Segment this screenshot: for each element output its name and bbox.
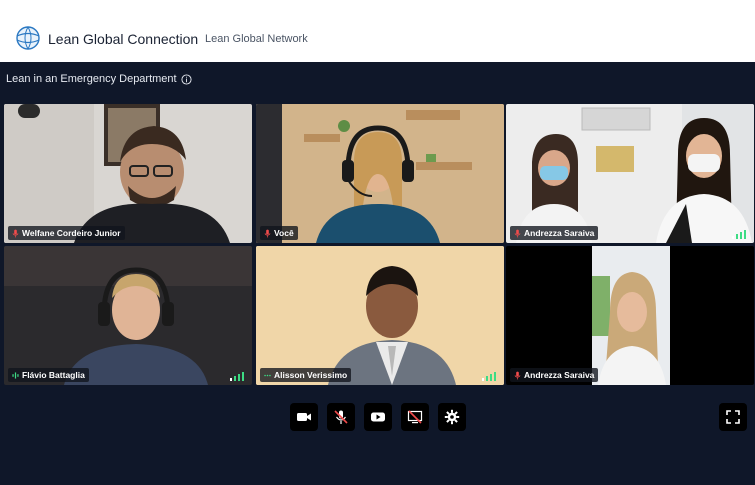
- camera-button[interactable]: [290, 403, 318, 431]
- mute-button[interactable]: [327, 403, 355, 431]
- participant-name-tag: Andrezza Saraiva: [510, 368, 599, 382]
- participant-name-tag: Você: [260, 226, 298, 240]
- microphone-active-icon: [264, 374, 271, 376]
- call-controls: [290, 403, 466, 431]
- participant-video: [256, 104, 504, 243]
- app-header: Lean Global Connection Lean Global Netwo…: [0, 0, 755, 62]
- participant-name: Andrezza Saraiva: [524, 370, 595, 380]
- participant-tile[interactable]: Welfane Cordeiro Junior: [4, 104, 252, 243]
- participant-video: [4, 104, 252, 243]
- signal-strength-icon: [482, 372, 496, 381]
- signal-strength-icon: [230, 372, 244, 381]
- screen-share-button[interactable]: [401, 403, 429, 431]
- network-link[interactable]: Lean Global Network: [205, 33, 308, 45]
- screen-share-off-icon: [407, 410, 423, 424]
- youtube-button[interactable]: [364, 403, 392, 431]
- participant-tile[interactable]: Você: [256, 104, 504, 243]
- microphone-muted-icon: [264, 229, 271, 237]
- microphone-off-icon: [334, 410, 348, 424]
- fullscreen-button[interactable]: [719, 403, 747, 431]
- participant-tile[interactable]: Andrezza Saraiva: [506, 246, 754, 385]
- participant-name-tag: Flávio Battaglia: [8, 368, 89, 382]
- settings-button[interactable]: [438, 403, 466, 431]
- participant-name: Andrezza Saraiva: [524, 228, 595, 238]
- participant-video: [256, 246, 504, 385]
- meeting-title: Lean in an Emergency Department: [6, 73, 177, 85]
- participant-tile[interactable]: Andrezza Saraiva: [506, 104, 754, 243]
- microphone-muted-icon: [514, 371, 521, 379]
- video-camera-icon: [297, 413, 311, 421]
- participant-name: Flávio Battaglia: [22, 370, 85, 380]
- globe-icon[interactable]: [14, 24, 42, 52]
- youtube-icon: [371, 412, 385, 422]
- speaking-indicator-icon: [12, 371, 19, 379]
- participant-tile[interactable]: Flávio Battaglia: [4, 246, 252, 385]
- participant-tile[interactable]: Alisson Verissimo: [256, 246, 504, 385]
- participant-video: [4, 246, 252, 385]
- fullscreen-icon: [726, 410, 740, 424]
- meeting-title-row: Lean in an Emergency Department: [6, 73, 192, 85]
- participant-name-tag: Alisson Verissimo: [260, 368, 352, 382]
- app-title[interactable]: Lean Global Connection: [48, 31, 198, 47]
- participant-name-tag: Andrezza Saraiva: [510, 226, 599, 240]
- info-icon[interactable]: [181, 73, 192, 85]
- participant-name-tag: Welfane Cordeiro Junior: [8, 226, 125, 240]
- microphone-muted-icon: [514, 229, 521, 237]
- participant-video: [506, 246, 754, 385]
- microphone-muted-icon: [12, 229, 19, 237]
- participant-name: Você: [274, 228, 294, 238]
- participant-video: [506, 104, 754, 243]
- participant-name: Welfane Cordeiro Junior: [22, 228, 121, 238]
- signal-strength-icon: [732, 230, 746, 239]
- gear-icon: [444, 409, 460, 425]
- participant-name: Alisson Verissimo: [274, 370, 348, 380]
